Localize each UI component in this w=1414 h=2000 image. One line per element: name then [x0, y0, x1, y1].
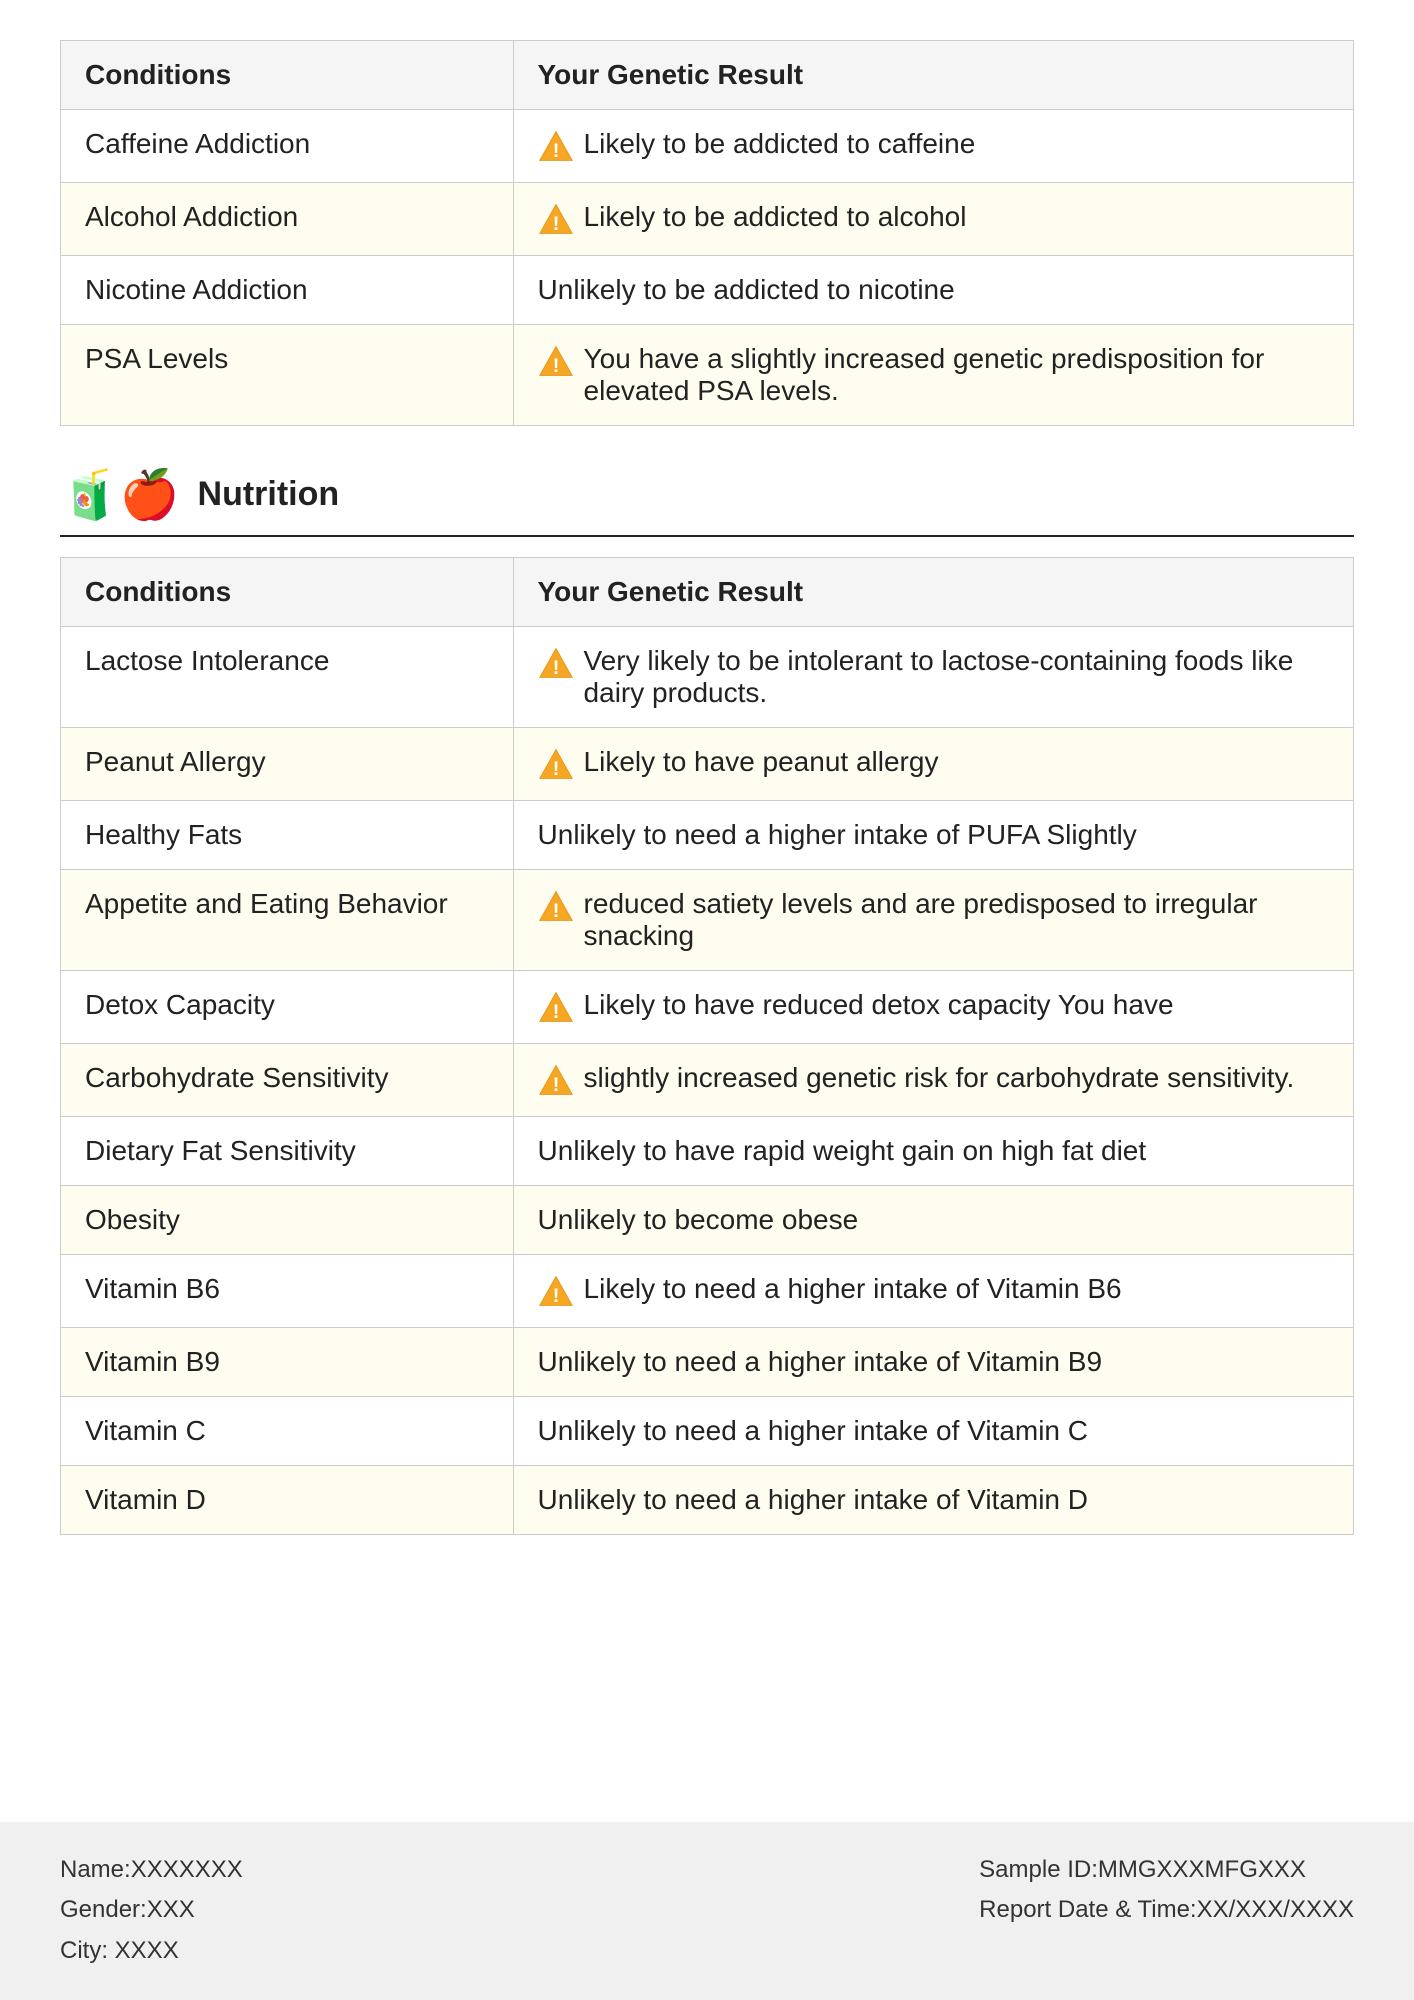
result-text: Unlikely to need a higher intake of Vita… [538, 1346, 1329, 1378]
svg-text:!: ! [552, 1285, 559, 1307]
result-text: slightly increased genetic risk for carb… [584, 1062, 1329, 1094]
result-text: Likely to have reduced detox capacity Yo… [584, 989, 1329, 1021]
result-cell: ! Likely to need a higher intake of Vita… [513, 1255, 1353, 1328]
nutrition-icon: 🧃🍎 [60, 466, 180, 523]
result-cell: Unlikely to need a higher intake of Vita… [513, 1466, 1353, 1535]
condition-cell: Appetite and Eating Behavior [61, 870, 514, 971]
result-cell: ! slightly increased genetic risk for ca… [513, 1044, 1353, 1117]
condition-cell: Dietary Fat Sensitivity [61, 1117, 514, 1186]
warning-triangle-icon: ! [538, 1273, 574, 1309]
condition-cell: Vitamin B6 [61, 1255, 514, 1328]
condition-cell: Caffeine Addiction [61, 110, 514, 183]
result-cell: ! Likely to be addicted to alcohol [513, 183, 1353, 256]
condition-cell: Alcohol Addiction [61, 183, 514, 256]
warning-triangle-icon: ! [538, 746, 574, 782]
result-text: Unlikely to need a higher intake of Vita… [538, 1484, 1329, 1516]
result-text: Likely to be addicted to caffeine [584, 128, 1329, 160]
result-cell: ! Likely to have peanut allergy [513, 728, 1353, 801]
svg-text:!: ! [552, 355, 559, 377]
result-text: Unlikely to need a higher intake of Vita… [538, 1415, 1329, 1447]
result-text: Likely to have peanut allergy [584, 746, 1329, 778]
svg-text:!: ! [552, 1001, 559, 1023]
warning-triangle-icon: ! [538, 888, 574, 924]
result-text: Likely to need a higher intake of Vitami… [584, 1273, 1329, 1305]
condition-cell: Vitamin C [61, 1397, 514, 1466]
result-cell: Unlikely to have rapid weight gain on hi… [513, 1117, 1353, 1186]
page-footer: Name:XXXXXXX Gender:XXX City: XXXX Sampl… [0, 1822, 1414, 2000]
footer-report-date: Report Date & Time:XX/XXX/XXXX [979, 1890, 1354, 1931]
svg-text:!: ! [552, 1074, 559, 1096]
result-text: Unlikely to become obese [538, 1204, 1329, 1236]
footer-right: Sample ID:MMGXXXMFGXXX Report Date & Tim… [979, 1850, 1354, 1972]
result-cell: Unlikely to need a higher intake of Vita… [513, 1328, 1353, 1397]
warning-triangle-icon: ! [538, 201, 574, 237]
warning-triangle-icon: ! [538, 128, 574, 164]
footer-city: City: XXXX [60, 1931, 243, 1972]
table2-col1-header: Conditions [61, 558, 514, 627]
result-text: Unlikely to have rapid weight gain on hi… [538, 1135, 1329, 1167]
warning-triangle-icon: ! [538, 989, 574, 1025]
svg-text:!: ! [552, 140, 559, 162]
condition-cell: Carbohydrate Sensitivity [61, 1044, 514, 1117]
result-text: reduced satiety levels and are predispos… [584, 888, 1329, 952]
svg-text:!: ! [552, 657, 559, 679]
condition-cell: Vitamin D [61, 1466, 514, 1535]
result-cell: ! reduced satiety levels and are predisp… [513, 870, 1353, 971]
result-cell: ! Likely to have reduced detox capacity … [513, 971, 1353, 1044]
result-cell: ! You have a slightly increased genetic … [513, 325, 1353, 426]
table2-col2-header: Your Genetic Result [513, 558, 1353, 627]
conditions-table-1: Conditions Your Genetic Result Caffeine … [60, 40, 1354, 426]
condition-cell: Peanut Allergy [61, 728, 514, 801]
result-cell: Unlikely to be addicted to nicotine [513, 256, 1353, 325]
warning-triangle-icon: ! [538, 343, 574, 379]
svg-text:!: ! [552, 900, 559, 922]
table1-col1-header: Conditions [61, 41, 514, 110]
conditions-table-2: Conditions Your Genetic Result Lactose I… [60, 557, 1354, 1535]
svg-text:!: ! [552, 213, 559, 235]
footer-sample-id: Sample ID:MMGXXXMFGXXX [979, 1850, 1354, 1891]
condition-cell: PSA Levels [61, 325, 514, 426]
condition-cell: Lactose Intolerance [61, 627, 514, 728]
nutrition-section-header: 🧃🍎 Nutrition [60, 466, 1354, 537]
condition-cell: Detox Capacity [61, 971, 514, 1044]
footer-gender: Gender:XXX [60, 1890, 243, 1931]
result-text: Unlikely to be addicted to nicotine [538, 274, 1329, 306]
warning-triangle-icon: ! [538, 645, 574, 681]
condition-cell: Obesity [61, 1186, 514, 1255]
warning-triangle-icon: ! [538, 1062, 574, 1098]
footer-name: Name:XXXXXXX [60, 1850, 243, 1891]
condition-cell: Healthy Fats [61, 801, 514, 870]
result-cell: ! Likely to be addicted to caffeine [513, 110, 1353, 183]
result-cell: Unlikely to need a higher intake of Vita… [513, 1397, 1353, 1466]
nutrition-title: Nutrition [198, 475, 340, 514]
svg-text:!: ! [552, 758, 559, 780]
result-text: You have a slightly increased genetic pr… [584, 343, 1329, 407]
result-cell: ! Very likely to be intolerant to lactos… [513, 627, 1353, 728]
table1-col2-header: Your Genetic Result [513, 41, 1353, 110]
result-cell: Unlikely to need a higher intake of PUFA… [513, 801, 1353, 870]
result-text: Unlikely to need a higher intake of PUFA… [538, 819, 1329, 851]
result-cell: Unlikely to become obese [513, 1186, 1353, 1255]
result-text: Likely to be addicted to alcohol [584, 201, 1329, 233]
condition-cell: Nicotine Addiction [61, 256, 514, 325]
condition-cell: Vitamin B9 [61, 1328, 514, 1397]
result-text: Very likely to be intolerant to lactose-… [584, 645, 1329, 709]
footer-left: Name:XXXXXXX Gender:XXX City: XXXX [60, 1850, 243, 1972]
